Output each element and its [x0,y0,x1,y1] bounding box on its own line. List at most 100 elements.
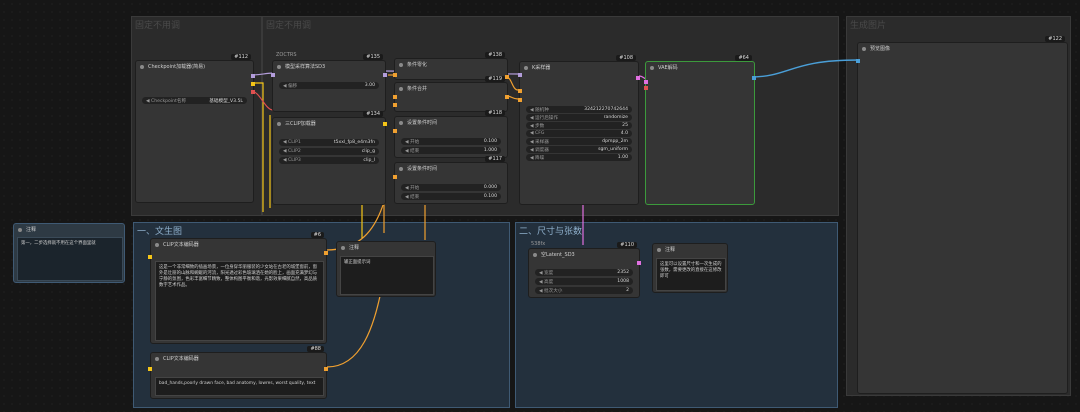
collapse-dot-icon[interactable] [399,86,403,91]
height-widget[interactable]: ◀ 高度 1008 [535,278,633,285]
group-title: 二、尺寸与张数 [519,227,583,237]
collapse-dot-icon[interactable] [862,46,866,51]
clip-text-encode-negative-node[interactable]: #88 CLIP文本编码器 bad_hands,poorly drawn fac… [148,346,328,399]
checkpoint-name-select[interactable]: ◀ Checkpoint名称 基础模型_V3.5L [142,97,247,104]
node-id-badge: #134 [363,111,383,117]
collapse-dot-icon[interactable] [341,245,345,250]
shift-number-widget[interactable]: ◀ 偏移 3.00 [279,82,379,89]
collapse-dot-icon[interactable] [399,62,403,67]
collapse-dot-icon[interactable] [155,356,159,361]
conditioning-1-input-port[interactable] [393,95,397,99]
node-title: 条件零化 [395,59,507,70]
node-subtitle: 538fx [531,241,546,247]
conditioning-input-port[interactable] [393,73,397,77]
conditioning-input-port[interactable] [393,129,397,133]
model-output-port[interactable] [251,74,255,78]
end-number-widget[interactable]: ◀ 结束 0.100 [401,193,501,200]
ksampler-node[interactable]: #108 K采样器 ◀ 随机种 324212270742644 ◀ 运行后操作 ra… [518,55,640,205]
note-node-right[interactable]: 注释 这里可以设置尺寸和一次生成的张数，需要更改的直接在这修改即可 [652,243,728,293]
checkpoint-loader-node[interactable]: #112 Checkpoint加载器(简易) ◀ Checkpoint名称 基础模… [135,54,255,203]
collapse-dot-icon[interactable] [533,252,537,257]
model-output-port[interactable] [383,73,387,77]
node-title: 注释 [653,244,727,255]
start-number-widget[interactable]: ◀ 开始 0.100 [401,138,501,145]
node-title: 条件合并 [395,83,507,94]
prompt-textarea[interactable]: 这是一个非常细致的插画场景，一位身穿华丽服装的少女站在古老的城堡窗前，窗外是壮丽… [155,261,324,341]
collapse-dot-icon[interactable] [524,65,528,70]
clip-output-port[interactable] [251,82,255,86]
seed-widget[interactable]: ◀ 随机种 324212270742644 [526,106,632,113]
vae-output-port[interactable] [251,90,255,94]
note-text[interactable]: 输正面提示词 [340,256,434,295]
node-title: 空Latent_SD3 [529,249,639,260]
group-title: 生成图片 [850,21,887,31]
clip-input-port[interactable] [148,255,152,259]
collapse-dot-icon[interactable] [18,227,22,232]
clip1-select[interactable]: ◀ CLIP1 t5xxl_fp8_e4m3fn [279,139,379,146]
node-title: 注释 [14,224,124,235]
collapse-dot-icon[interactable] [277,64,281,69]
scheduler-select[interactable]: ◀ 调度器 sgm_uniform [526,146,632,153]
node-id-badge: #119 [485,76,505,82]
conditioning-output-port[interactable] [324,251,328,255]
batch-size-widget[interactable]: ◀ 批次大小 2 [535,287,633,294]
node-id-badge: #64 [735,55,752,61]
model-input-port[interactable] [271,73,275,77]
start-number-widget[interactable]: ◀ 开始 0.000 [401,184,501,191]
collapse-dot-icon[interactable] [277,121,281,126]
cfg-widget[interactable]: ◀ CFG 4.0 [526,130,632,137]
latent-output-port[interactable] [637,261,641,265]
node-title: 设置条件时间 [395,117,507,128]
node-id-badge: #88 [307,346,324,352]
note-node-left[interactable]: 注释 第一，二步选择就不用在这个界面里就 [13,223,125,283]
node-title: CLIP文本编码器 [151,239,326,250]
collapse-dot-icon[interactable] [399,166,403,171]
collapse-dot-icon[interactable] [399,120,403,125]
image-output-port[interactable] [752,76,756,80]
model-input-port[interactable] [518,73,522,77]
end-number-widget[interactable]: ◀ 结束 1.000 [401,147,501,154]
conditioning-2-input-port[interactable] [393,103,397,107]
conditioning-output-port[interactable] [505,75,509,79]
set-condition-time-node-a[interactable]: #118 设置条件时间 ◀ 开始 0.100 ◀ 结束 1.000 [393,110,508,158]
positive-input-port[interactable] [518,89,522,93]
prompt-textarea[interactable]: bad_hands,poorly drawn face, bad anatomy… [155,377,324,396]
model-sampling-sd3-node[interactable]: #135 模型采样算法SD3 ◀ 偏移 3.00 [271,54,387,112]
node-id-badge: #108 [616,55,636,61]
clip2-select[interactable]: ◀ CLIP2 clip_g [279,148,379,155]
steps-widget[interactable]: ◀ 步数 25 [526,122,632,129]
collapse-dot-icon[interactable] [657,247,661,252]
clip-output-port[interactable] [383,122,387,126]
collapse-dot-icon[interactable] [155,242,159,247]
clip-input-port[interactable] [148,367,152,371]
vae-input-port[interactable] [644,86,648,90]
latent-output-port[interactable] [636,76,640,80]
note-text[interactable]: 这里可以设置尺寸和一次生成的张数，需要更改的直接在这修改即可 [656,258,726,291]
collapse-dot-icon[interactable] [650,65,654,70]
denoise-widget[interactable]: ◀ 降噪 1.00 [526,154,632,161]
empty-latent-sd3-node[interactable]: #110 空Latent_SD3 ◀ 宽度 2352 ◀ 高度 1008 ◀ 批次大… [528,242,641,298]
group-title: 固定不用调 [135,21,181,31]
images-input-port[interactable] [856,59,860,63]
width-widget[interactable]: ◀ 宽度 2352 [535,269,633,276]
clip-text-encode-positive-node[interactable]: #6 CLIP文本编码器 这是一个非常细致的插画场景，一位身穿华丽服装的少女站在… [148,232,328,344]
sampler-select[interactable]: ◀ 采样器 dpmpp_2m [526,138,632,145]
clip3-select[interactable]: ◀ CLIP3 clip_l [279,157,379,164]
samples-input-port[interactable] [644,80,648,84]
conditioning-output-port[interactable] [505,95,509,99]
set-condition-time-node-b[interactable]: #117 设置条件时间 ◀ 开始 0.000 ◀ 结束 0.100 [393,156,508,204]
node-id-badge: #112 [231,54,251,60]
node-title: K采样器 [520,62,638,73]
conditioning-input-port[interactable] [393,175,397,179]
node-title: VAE解码 [646,62,754,73]
preview-image-node[interactable]: #122 预览图像 [856,36,1068,394]
note-text[interactable]: 第一，二步选择就不用在这个界面里就 [17,237,123,281]
control-after-generate-select[interactable]: ◀ 运行后操作 randomize [526,114,632,121]
negative-input-port[interactable] [518,98,522,102]
condition-merge-node[interactable]: #119 条件合并 [393,76,509,112]
vae-decode-node[interactable]: #64 VAE解码 [644,55,756,205]
note-node-middle[interactable]: 注释 输正面提示词 [336,241,436,297]
triple-clip-loader-node[interactable]: #134 三CLIP加载器 ◀ CLIP1 t5xxl_fp8_e4m3fn ◀ … [272,111,387,205]
conditioning-output-port[interactable] [324,367,328,371]
collapse-dot-icon[interactable] [140,64,144,69]
